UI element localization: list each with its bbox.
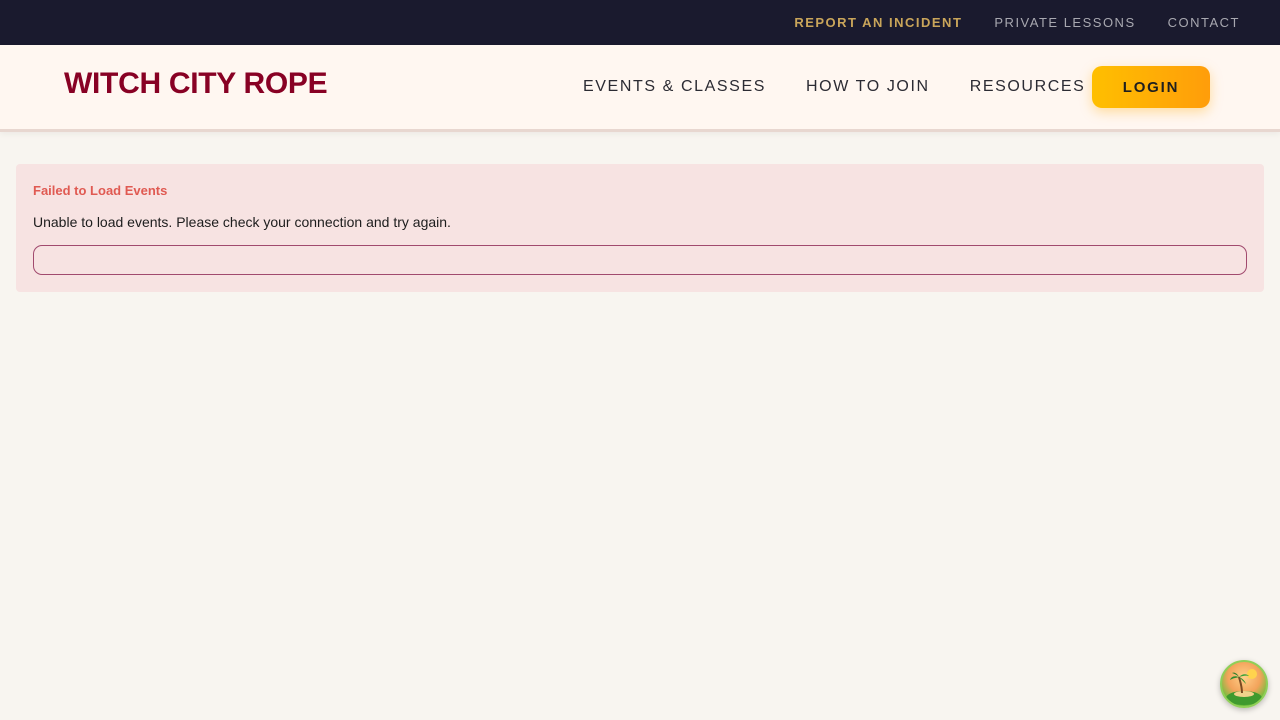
retry-button[interactable] [33, 245, 1247, 275]
nav-events-classes[interactable]: EVENTS & CLASSES [583, 78, 766, 96]
utility-nav: REPORT AN INCIDENT PRIVATE LESSONS CONTA… [794, 0, 1240, 45]
floating-widget-button[interactable] [1220, 660, 1268, 708]
site-logo[interactable]: WITCH CITY ROPE [64, 67, 328, 101]
island-icon [1226, 669, 1262, 705]
utility-bar: REPORT AN INCIDENT PRIVATE LESSONS CONTA… [0, 0, 1280, 45]
private-lessons-link[interactable]: PRIVATE LESSONS [994, 15, 1135, 30]
login-button[interactable]: LOGIN [1092, 66, 1210, 108]
error-title: Failed to Load Events [33, 183, 168, 198]
error-message: Unable to load events. Please check your… [33, 214, 451, 230]
nav-how-to-join[interactable]: HOW TO JOIN [806, 78, 930, 96]
main-nav: EVENTS & CLASSES HOW TO JOIN RESOURCES [583, 45, 1085, 129]
error-alert: Failed to Load Events Unable to load eve… [16, 164, 1264, 292]
main-header: WITCH CITY ROPE EVENTS & CLASSES HOW TO … [0, 45, 1280, 132]
report-incident-link[interactable]: REPORT AN INCIDENT [794, 15, 962, 30]
contact-link[interactable]: CONTACT [1168, 15, 1240, 30]
nav-resources[interactable]: RESOURCES [970, 78, 1086, 96]
